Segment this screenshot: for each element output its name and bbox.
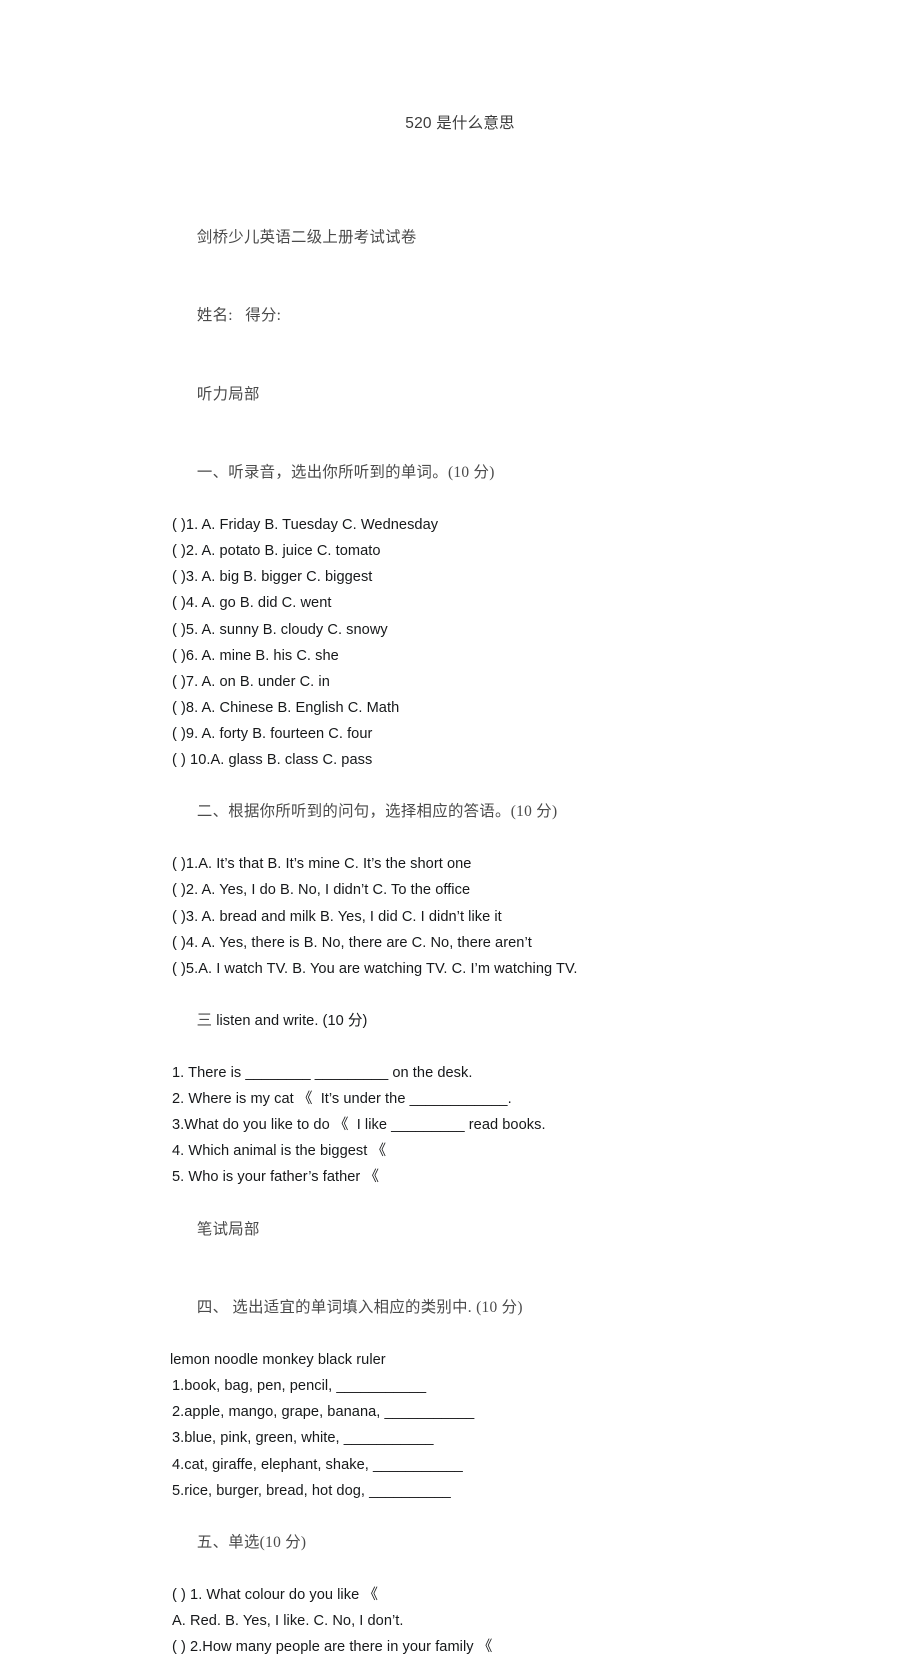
section-three-item-4: 4. Which animal is the biggest 《 [172,1143,387,1160]
part-heading-written: 笔试局部 [172,1191,872,1269]
section-five-item-2: ( ) 2.How many people are there in your … [172,1639,493,1656]
section-one-item-4: ( )4. A. go B. did C. went [172,595,332,612]
section-two-item-2: ( )2. A. Yes, I do B. No, I didn’t C. To… [172,882,471,899]
section-one-item-8: ( )8. A. Chinese B. English C. Math [172,699,400,716]
document-body: 剑桥少儿英语二级上册考试试卷 姓名: 得分: 听力局部 一、听录音，选出你所听到… [170,199,872,1660]
section-five-item-1: ( ) 1. What colour do you like 《 [172,1586,378,1603]
exam-title-line: 剑桥少儿英语二级上册考试试卷 [172,199,872,277]
section-one-item-9: ( )9. A. forty B. fourteen C. four [172,725,373,742]
section-four-item-5: 5.rice, burger, bread, hot dog, ________… [172,1482,451,1499]
section-two-item-3: ( )3. A. bread and milk B. Yes, I did C.… [172,908,502,925]
part-heading-listening-text: 听力局部 [196,385,260,403]
section-three-item-3: 3.What do you like to do 《 I like ______… [172,1117,546,1134]
section-four-heading-text: 四、 选出适宜的单词填入相应的类别中. (10 分) [196,1298,523,1316]
section-one-item-3: ( )3. A. big B. bigger C. biggest [172,569,373,586]
section-four-item-3: 3.blue, pink, green, white, ___________ [172,1430,434,1447]
section-four-item-2: 2.apple, mango, grape, banana, _________… [172,1404,475,1421]
section-four-item-4: 4.cat, giraffe, elephant, shake, _______… [172,1456,463,1473]
section-four-item-1: 1.book, bag, pen, pencil, ___________ [172,1378,427,1395]
section-five-item-1-options: A. Red. B. Yes, I like. C. No, I don’t. [172,1613,404,1630]
part-heading-listening: 听力局部 [172,356,872,434]
section-two-item-5: ( )5.A. I watch TV. B. You are watching … [172,960,578,977]
section-four-heading: 四、 选出适宜的单词填入相应的类别中. (10 分) [172,1269,872,1347]
student-fields-line: 姓名: 得分: [172,277,872,355]
section-three-heading: 三 listen and write. (10 分) [172,982,872,1060]
section-one-heading-text: 一、听录音，选出你所听到的单词。(10 分) [196,463,495,481]
student-fields-text: 姓名: 得分: [196,307,282,325]
section-three-heading-cn: 三 [196,1011,213,1029]
section-two-heading: 二、根据你所听到的问句，选择相应的答语。(10 分) [172,773,872,851]
document-page: 520 是什么意思 剑桥少儿英语二级上册考试试卷 姓名: 得分: 听力局部 一、… [0,0,920,1655]
section-two-heading-text: 二、根据你所听到的问句，选择相应的答语。(10 分) [196,803,558,821]
section-five-heading: 五、单选(10 分) [172,1504,872,1582]
section-two-item-4: ( )4. A. Yes, there is B. No, there are … [172,934,532,951]
section-three-item-5: 5. Who is your father’s father 《 [172,1169,380,1186]
exam-title-text: 剑桥少儿英语二级上册考试试卷 [196,229,417,247]
section-three-item-2: 2. Where is my cat 《 It’s under the ____… [172,1091,512,1108]
section-three-heading-en: listen and write. (10 分) [216,1012,368,1029]
part-heading-written-text: 笔试局部 [196,1220,260,1238]
section-five-heading-text: 五、单选(10 分) [196,1533,307,1551]
section-one-item-1: ( )1. A. Friday B. Tuesday C. Wednesday [172,517,439,534]
section-one-item-5: ( )5. A. sunny B. cloudy C. snowy [172,621,388,638]
section-one-item-10: ( ) 10.A. glass B. class C. pass [172,751,373,768]
page-title: 520 是什么意思 [405,115,515,132]
section-one-item-6: ( )6. A. mine B. his C. she [172,647,339,664]
section-one-item-7: ( )7. A. on B. under C. in [172,673,330,690]
section-one-item-2: ( )2. A. potato B. juice C. tomato [172,543,381,560]
section-two-item-1: ( )1.A. It’s that B. It’s mine C. It’s t… [172,856,472,873]
section-three-item-1: 1. There is ________ _________ on the de… [172,1065,473,1082]
section-one-heading: 一、听录音，选出你所听到的单词。(10 分) [172,434,872,512]
section-four-word-bank: lemon noodle monkey black ruler [170,1352,386,1369]
